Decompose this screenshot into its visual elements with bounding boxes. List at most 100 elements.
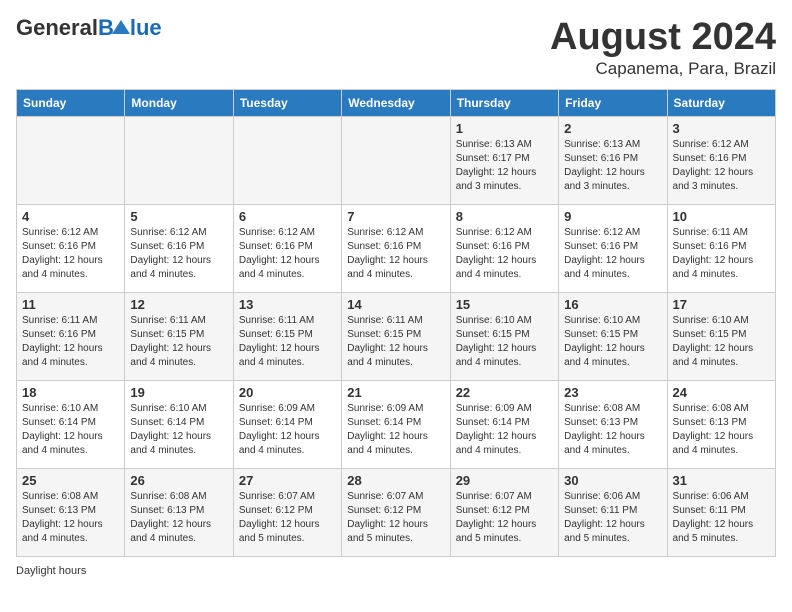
title-block: August 2024 Capanema, Para, Brazil (550, 16, 776, 79)
footer: Daylight hours (16, 565, 776, 577)
day-number: 23 (564, 385, 661, 400)
day-info: Sunrise: 6:13 AM Sunset: 6:16 PM Dayligh… (564, 138, 661, 194)
calendar-week-row: 25 Sunrise: 6:08 AM Sunset: 6:13 PM Dayli… (17, 469, 776, 557)
day-number: 1 (456, 121, 553, 136)
table-row: 2 Sunrise: 6:13 AM Sunset: 6:16 PM Daylig… (559, 117, 667, 205)
table-row: 15Sunrise: 6:10 AM Sunset: 6:15 PM Dayli… (450, 293, 558, 381)
table-row: 13Sunrise: 6:11 AM Sunset: 6:15 PM Dayli… (233, 293, 341, 381)
table-row: 12 Sunrise: 6:11 AM Sunset: 6:15 PM Dayli… (125, 293, 233, 381)
table-row: 30Sunrise: 6:06 AM Sunset: 6:11 PM Dayli… (559, 469, 667, 557)
day-info: Sunrise: 6:08 AM Sunset: 6:13 PM Dayligh… (564, 402, 661, 458)
day-number: 21 (347, 385, 444, 400)
table-row: 25 Sunrise: 6:08 AM Sunset: 6:13 PM Dayli… (17, 469, 125, 557)
day-number: 2 (564, 121, 661, 136)
day-number: 8 (456, 209, 553, 224)
table-row: 28Sunrise: 6:07 AM Sunset: 6:12 PM Dayli… (342, 469, 450, 557)
day-info: Sunrise: 6:10 AM Sunset: 6:14 PM Dayligh… (130, 402, 227, 458)
day-info: Sunrise: 6:07 AM Sunset: 6:12 PM Dayligh… (239, 490, 336, 546)
col-sunday: Sunday (17, 90, 125, 117)
table-row: 18 Sunrise: 6:10 AM Sunset: 6:14 PM Dayli… (17, 381, 125, 469)
col-saturday: Saturday (667, 90, 775, 117)
table-row: 10 Sunrise: 6:11 AM Sunset: 6:16 PM Dayli… (667, 205, 775, 293)
day-number: 25 (22, 473, 119, 488)
day-info: Sunrise: 6:12 AM Sunset: 6:16 PM Dayligh… (673, 138, 770, 194)
day-number: 18 (22, 385, 119, 400)
day-number: 16 (564, 297, 661, 312)
table-row: 1 Sunrise: 6:13 AM Sunset: 6:17 PM Daylig… (450, 117, 558, 205)
day-number: 5 (130, 209, 227, 224)
day-number: 14 (347, 297, 444, 312)
table-row: 5 Sunrise: 6:12 AM Sunset: 6:16 PM Daylig… (125, 205, 233, 293)
table-row: 27Sunrise: 6:07 AM Sunset: 6:12 PM Dayli… (233, 469, 341, 557)
table-row: 7Sunrise: 6:12 AM Sunset: 6:16 PM Daylig… (342, 205, 450, 293)
day-number: 13 (239, 297, 336, 312)
table-row: 8 Sunrise: 6:12 AM Sunset: 6:16 PM Daylig… (450, 205, 558, 293)
day-number: 20 (239, 385, 336, 400)
day-number: 24 (673, 385, 770, 400)
day-info: Sunrise: 6:12 AM Sunset: 6:16 PM Dayligh… (456, 226, 553, 282)
day-info: Sunrise: 6:11 AM Sunset: 6:16 PM Dayligh… (22, 314, 119, 370)
table-row: 3 Sunrise: 6:12 AM Sunset: 6:16 PM Daylig… (667, 117, 775, 205)
table-row: 21 Sunrise: 6:09 AM Sunset: 6:14 PM Dayli… (342, 381, 450, 469)
col-thursday: Thursday (450, 90, 558, 117)
day-info: Sunrise: 6:10 AM Sunset: 6:14 PM Dayligh… (22, 402, 119, 458)
day-number: 30 (564, 473, 661, 488)
day-number: 26 (130, 473, 227, 488)
page-title: August 2024 (550, 16, 776, 59)
day-info: Sunrise: 6:12 AM Sunset: 6:16 PM Dayligh… (239, 226, 336, 282)
day-info: Sunrise: 6:12 AM Sunset: 6:16 PM Dayligh… (564, 226, 661, 282)
col-wednesday: Wednesday (342, 90, 450, 117)
day-number: 9 (564, 209, 661, 224)
calendar-table: Sunday Monday Tuesday Wednesday Thursday… (16, 89, 776, 557)
table-row: 14 Sunrise: 6:11 AM Sunset: 6:15 PM Dayli… (342, 293, 450, 381)
table-row: 6 Sunrise: 6:12 AM Sunset: 6:16 PM Daylig… (233, 205, 341, 293)
day-info: Sunrise: 6:12 AM Sunset: 6:16 PM Dayligh… (130, 226, 227, 282)
table-row: 24 Sunrise: 6:08 AM Sunset: 6:13 PM Dayli… (667, 381, 775, 469)
day-number: 3 (673, 121, 770, 136)
day-number: 19 (130, 385, 227, 400)
logo-triangle-icon (112, 18, 130, 36)
table-row: 4 Sunrise: 6:12 AM Sunset: 6:16 PM Daylig… (17, 205, 125, 293)
day-info: Sunrise: 6:11 AM Sunset: 6:16 PM Dayligh… (673, 226, 770, 282)
table-row: 20Sunrise: 6:09 AM Sunset: 6:14 PM Dayli… (233, 381, 341, 469)
table-row: 22 Sunrise: 6:09 AM Sunset: 6:14 PM Dayli… (450, 381, 558, 469)
day-info: Sunrise: 6:11 AM Sunset: 6:15 PM Dayligh… (130, 314, 227, 370)
col-tuesday: Tuesday (233, 90, 341, 117)
day-number: 6 (239, 209, 336, 224)
day-number: 11 (22, 297, 119, 312)
logo: General B lue (16, 16, 162, 40)
day-number: 29 (456, 473, 553, 488)
table-row: 11 Sunrise: 6:11 AM Sunset: 6:16 PM Dayli… (17, 293, 125, 381)
day-info: Sunrise: 6:11 AM Sunset: 6:15 PM Dayligh… (347, 314, 444, 370)
day-info: Sunrise: 6:06 AM Sunset: 6:11 PM Dayligh… (673, 490, 770, 546)
table-row: 17Sunrise: 6:10 AM Sunset: 6:15 PM Dayli… (667, 293, 775, 381)
table-row: 26 Sunrise: 6:08 AM Sunset: 6:13 PM Dayli… (125, 469, 233, 557)
table-row (233, 117, 341, 205)
day-info: Sunrise: 6:08 AM Sunset: 6:13 PM Dayligh… (22, 490, 119, 546)
day-number: 12 (130, 297, 227, 312)
table-row (125, 117, 233, 205)
day-info: Sunrise: 6:09 AM Sunset: 6:14 PM Dayligh… (347, 402, 444, 458)
day-info: Sunrise: 6:13 AM Sunset: 6:17 PM Dayligh… (456, 138, 553, 194)
table-row: 16Sunrise: 6:10 AM Sunset: 6:15 PM Dayli… (559, 293, 667, 381)
day-info: Sunrise: 6:08 AM Sunset: 6:13 PM Dayligh… (130, 490, 227, 546)
table-row: 29 Sunrise: 6:07 AM Sunset: 6:12 PM Dayli… (450, 469, 558, 557)
col-monday: Monday (125, 90, 233, 117)
day-info: Sunrise: 6:07 AM Sunset: 6:12 PM Dayligh… (456, 490, 553, 546)
day-info: Sunrise: 6:09 AM Sunset: 6:14 PM Dayligh… (456, 402, 553, 458)
table-row (342, 117, 450, 205)
calendar-header-row: Sunday Monday Tuesday Wednesday Thursday… (17, 90, 776, 117)
day-number: 22 (456, 385, 553, 400)
day-info: Sunrise: 6:12 AM Sunset: 6:16 PM Dayligh… (22, 226, 119, 282)
day-number: 10 (673, 209, 770, 224)
calendar-week-row: 18 Sunrise: 6:10 AM Sunset: 6:14 PM Dayli… (17, 381, 776, 469)
calendar-week-row: 1 Sunrise: 6:13 AM Sunset: 6:17 PM Daylig… (17, 117, 776, 205)
col-friday: Friday (559, 90, 667, 117)
day-info: Sunrise: 6:10 AM Sunset: 6:15 PM Dayligh… (456, 314, 553, 370)
day-number: 4 (22, 209, 119, 224)
day-info: Sunrise: 6:08 AM Sunset: 6:13 PM Dayligh… (673, 402, 770, 458)
calendar-week-row: 11 Sunrise: 6:11 AM Sunset: 6:16 PM Dayli… (17, 293, 776, 381)
page-subtitle: Capanema, Para, Brazil (550, 59, 776, 79)
table-row: 19 Sunrise: 6:10 AM Sunset: 6:14 PM Dayli… (125, 381, 233, 469)
calendar-week-row: 4 Sunrise: 6:12 AM Sunset: 6:16 PM Daylig… (17, 205, 776, 293)
